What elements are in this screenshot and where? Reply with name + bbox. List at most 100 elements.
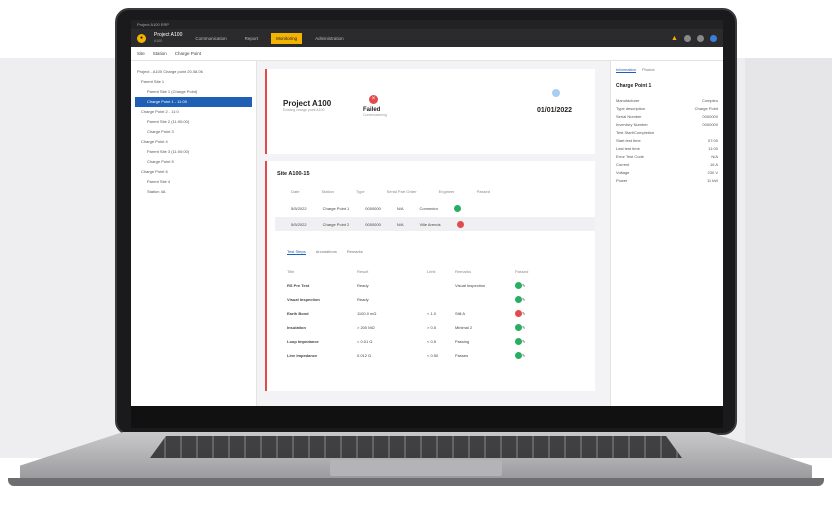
step-row[interactable]: Insulation > 200 MΩ > 0.5 Minimal 2 ✎ (287, 321, 587, 333)
toolbar: Site Station Charge Point (131, 47, 723, 61)
field-label: Start test time (616, 138, 641, 143)
nav-actions: ▲ (671, 34, 717, 42)
cell: 0000000 (365, 205, 381, 211)
step-row[interactable]: Earth Bond 1100.0 mΩ < 1.0 Still A ✎ (287, 307, 587, 319)
laptop-chin (131, 406, 723, 428)
cell: RS Pre Test (287, 282, 310, 288)
project-switcher[interactable]: Project A100 A100 (154, 32, 182, 44)
cell: Charge Point 1 (322, 205, 350, 211)
table-row[interactable]: 5/5/2022 Charge Point 2 0000000 N/A Ville Ar… (275, 217, 595, 231)
step-row[interactable]: RS Pre Test Ready Visual Inspection ✎ (287, 279, 587, 291)
column-header[interactable]: Engineer (439, 189, 455, 194)
tab-remarks[interactable]: Remarks (347, 249, 363, 255)
tree-item[interactable]: Parent Site 4 (135, 177, 252, 187)
tree-item[interactable]: Parent Site 2 (11:00:00) (135, 117, 252, 127)
tree-item[interactable]: Charge Point 3 (135, 127, 252, 137)
tree-item[interactable]: Charge Point 2 - 11:0 (135, 107, 252, 117)
window-titlebar: Project A100 ERP (131, 20, 723, 29)
table-row[interactable]: 5/5/2022 Charge Point 1 0000000 N/A Connecto… (275, 201, 595, 215)
info-field: Last test time 11:00 (616, 145, 718, 153)
tree-item[interactable]: Parent Site 1 (Charge Point) (135, 87, 252, 97)
main-area: Project A100 Existing charge point A100 ×… (257, 61, 610, 406)
edit-icon[interactable]: ✎ (522, 353, 525, 358)
column-header[interactable]: Result (357, 269, 427, 274)
field-label: Current (616, 162, 630, 167)
column-header[interactable]: Station (321, 189, 333, 194)
stage: Project A100 ERP ● Project A100 A100 Comm… (0, 0, 832, 508)
tab-administration[interactable]: Administration (310, 33, 349, 44)
cell: < 0.50 (427, 352, 439, 358)
info-field: Start test time 07:00 (616, 137, 718, 145)
tree-item[interactable]: Project - A100 Charge point 20.08.06 (135, 67, 252, 77)
tab-monitoring[interactable]: Monitoring (271, 32, 303, 44)
tree-item[interactable]: Parent Site 3 (11:00:00) (135, 147, 252, 157)
field-label: Serial Number (616, 114, 642, 119)
field-value: 0000000 (702, 122, 718, 127)
field-label: Type description (616, 106, 646, 111)
cell: 1100.0 mΩ (357, 310, 377, 316)
cell: < 0.5 (427, 338, 437, 344)
toolbar-charge-point[interactable]: Charge Point (175, 51, 201, 56)
help-icon[interactable] (684, 34, 691, 42)
column-header[interactable]: Passed (515, 269, 535, 274)
cell: Charge Point 2 (322, 221, 350, 227)
toolbar-station[interactable]: Station (153, 51, 167, 56)
tree-item[interactable]: Charge Point 6 (135, 167, 252, 177)
cell: Minimal 2 (455, 324, 473, 330)
step-row[interactable]: Line Impedance 0.012 Ω < 0.50 Passes ✎ (287, 349, 587, 361)
app-body: Project - A100 Charge point 20.08.06 Pare… (131, 61, 723, 406)
tree-item[interactable]: Charge Point 5 (135, 157, 252, 167)
field-value: 230 V (707, 170, 718, 175)
column-header[interactable]: Passed (477, 189, 490, 194)
warning-icon[interactable]: ▲ (671, 35, 678, 42)
cell: Connector (419, 205, 438, 211)
tree-item[interactable]: Parent Site 1 (135, 77, 252, 87)
column-header[interactable]: Date (291, 189, 299, 194)
toolbar-site[interactable]: Site (137, 51, 145, 56)
column-header[interactable]: Remarks (455, 269, 515, 274)
passed-icon (515, 323, 522, 331)
summary-date: 01/01/2022 (537, 107, 573, 114)
column-header[interactable]: Limit (427, 269, 455, 274)
edit-icon[interactable]: ✎ (522, 339, 525, 344)
gear-icon[interactable] (697, 34, 704, 42)
edit-icon[interactable]: ✎ (522, 297, 525, 302)
edit-icon[interactable]: ✎ (522, 283, 525, 288)
site-table-header: Date Station Type Serial Part Order Engineer… (291, 189, 490, 194)
trackpad (330, 460, 502, 476)
info-title: Charge Point 1 (616, 83, 652, 89)
tab-test-steps[interactable]: Test Steps (287, 249, 306, 255)
cell: Visual Inspection (455, 282, 486, 288)
tab-photos[interactable]: Photos (642, 67, 654, 73)
cell: < 1.0 (427, 310, 437, 316)
tab-communication[interactable]: Communication (190, 33, 231, 44)
app-logo-icon: ● (137, 33, 146, 43)
field-value: 16 A (709, 162, 718, 167)
tab-report[interactable]: Report (240, 33, 264, 44)
field-value: Compleo (701, 98, 718, 103)
passed-icon (515, 337, 522, 345)
summary-card: Project A100 Existing charge point A100 ×… (265, 69, 595, 154)
cell: Visual Inspection (287, 296, 320, 302)
step-row[interactable]: Visual Inspection Ready ✎ (287, 293, 587, 305)
info-field: Manufacturer Compleo (616, 97, 718, 105)
avatar[interactable] (710, 34, 717, 42)
field-label: Power (616, 178, 628, 183)
edit-icon[interactable]: ✎ (522, 325, 525, 330)
tab-information[interactable]: Information (616, 67, 637, 73)
tab-annotations[interactable]: Annotations (316, 249, 337, 255)
tree-item[interactable]: Station 4A (135, 187, 252, 197)
step-row[interactable]: Loop Impedance < 0.01 Ω < 0.5 Passing ✎ (287, 335, 587, 347)
info-field: Type description Charge Point (616, 105, 718, 113)
column-header[interactable]: Title (287, 269, 357, 274)
tree-item[interactable]: Charge Point 1 - 11:00 (135, 97, 252, 107)
cell: 0000000 (365, 221, 381, 227)
cell: Ready (357, 296, 369, 302)
column-header[interactable]: Serial Part Order (387, 189, 417, 194)
cell: Passing (455, 338, 470, 344)
tree-item[interactable]: Charge Point 4 (135, 137, 252, 147)
edit-icon[interactable]: ✎ (522, 311, 525, 316)
column-header[interactable]: Type (356, 189, 365, 194)
info-panel: Information Photos Charge Point 1 Manufa… (610, 61, 723, 406)
info-field: Error Test Code N/A (616, 153, 718, 161)
